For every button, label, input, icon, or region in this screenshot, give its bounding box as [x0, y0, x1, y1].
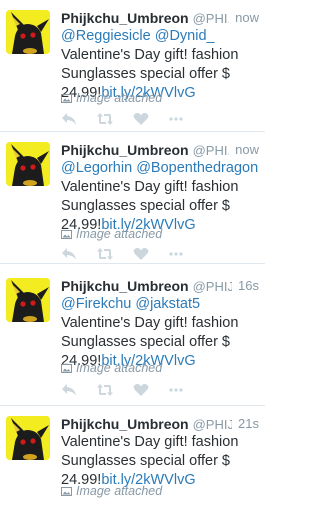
more-icon[interactable]: [169, 247, 183, 261]
image-attached-indicator[interactable]: Image attached: [61, 90, 162, 106]
tweet-actions: [61, 382, 183, 398]
timestamp[interactable]: 16s: [232, 277, 259, 295]
attachment-label: Image attached: [76, 91, 163, 105]
image-icon: [61, 363, 72, 373]
tweet-text: Valentine's Day gift! fashion Sunglasses…: [61, 433, 261, 490]
tweet[interactable]: Phijkchu_Umbreon @PHI... now @Reggiesicle…: [0, 0, 265, 132]
attachment-label: Image attached: [76, 361, 163, 375]
image-attached-indicator[interactable]: Image attached: [61, 360, 162, 376]
timestamp[interactable]: now: [229, 9, 259, 27]
retweet-icon[interactable]: [97, 383, 113, 397]
reply-icon[interactable]: [61, 247, 77, 261]
reply-icon[interactable]: [61, 383, 77, 397]
mention-link[interactable]: @jakstat5: [135, 296, 200, 312]
tweet-actions: [61, 246, 183, 262]
image-attached-indicator[interactable]: Image attached: [61, 483, 162, 499]
attachment-label: Image attached: [76, 227, 163, 241]
mention-link[interactable]: @Reggiesicle: [61, 28, 151, 44]
timestamp[interactable]: now: [229, 141, 259, 159]
display-name[interactable]: Phijkchu_Umbreon: [61, 416, 189, 432]
display-name[interactable]: Phijkchu_Umbreon: [61, 10, 189, 26]
tweet-text: @Legorhin @Bopenthedragon Valentine's Da…: [61, 159, 261, 235]
like-icon[interactable]: [133, 247, 149, 261]
image-icon: [61, 93, 72, 103]
tweet[interactable]: Phijkchu_Umbreon @PHIJ... 21s Valentine's…: [0, 406, 265, 512]
mention-link[interactable]: @Bopenthedragon: [136, 160, 258, 176]
retweet-icon[interactable]: [97, 112, 113, 126]
mention-link[interactable]: @Firekchu: [61, 296, 131, 312]
tweet[interactable]: Phijkchu_Umbreon @PHI... now @Legorhin @B…: [0, 132, 265, 264]
display-name[interactable]: Phijkchu_Umbreon: [61, 278, 189, 294]
mention-link[interactable]: @Dynid_: [155, 28, 215, 44]
more-icon[interactable]: [169, 112, 183, 126]
retweet-icon[interactable]: [97, 247, 113, 261]
like-icon[interactable]: [133, 383, 149, 397]
umbreon-avatar[interactable]: [6, 278, 50, 322]
tweet-feed: Phijkchu_Umbreon @PHI... now @Reggiesicle…: [0, 0, 265, 512]
reply-icon[interactable]: [61, 112, 77, 126]
umbreon-avatar[interactable]: [6, 142, 50, 186]
attachment-label: Image attached: [76, 484, 163, 498]
image-attached-indicator[interactable]: Image attached: [61, 226, 162, 242]
image-icon: [61, 486, 72, 496]
mention-link[interactable]: @Legorhin: [61, 160, 132, 176]
umbreon-avatar[interactable]: [6, 416, 50, 460]
image-icon: [61, 229, 72, 239]
umbreon-avatar[interactable]: [6, 10, 50, 54]
timestamp[interactable]: 21s: [232, 415, 259, 433]
tweet-actions: [61, 111, 183, 127]
display-name[interactable]: Phijkchu_Umbreon: [61, 142, 189, 158]
tweet[interactable]: Phijkchu_Umbreon @PHIJ... 16s @Firekchu @…: [0, 268, 265, 406]
like-icon[interactable]: [133, 112, 149, 126]
tweet-header: Phijkchu_Umbreon @PHIJ...: [61, 277, 259, 295]
more-icon[interactable]: [169, 383, 183, 397]
tweet-header: Phijkchu_Umbreon @PHIJ...: [61, 415, 259, 433]
